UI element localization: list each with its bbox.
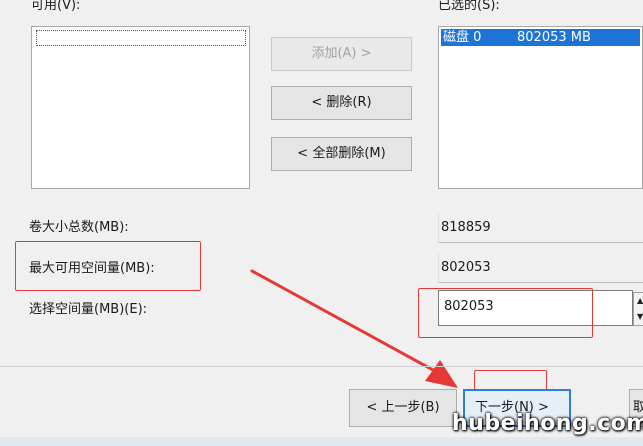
bottom-strip [0,437,643,446]
annotation-arrow-icon [250,269,458,388]
footer-divider [0,366,643,367]
back-button[interactable]: < 上一步(B) [349,389,457,427]
watermark: hubeihong.com [452,411,643,436]
disk-selection-dialog: 可用(V): 已选的(S): 磁盘 0 802053 MB 添加(A) > < 删… [0,0,643,446]
